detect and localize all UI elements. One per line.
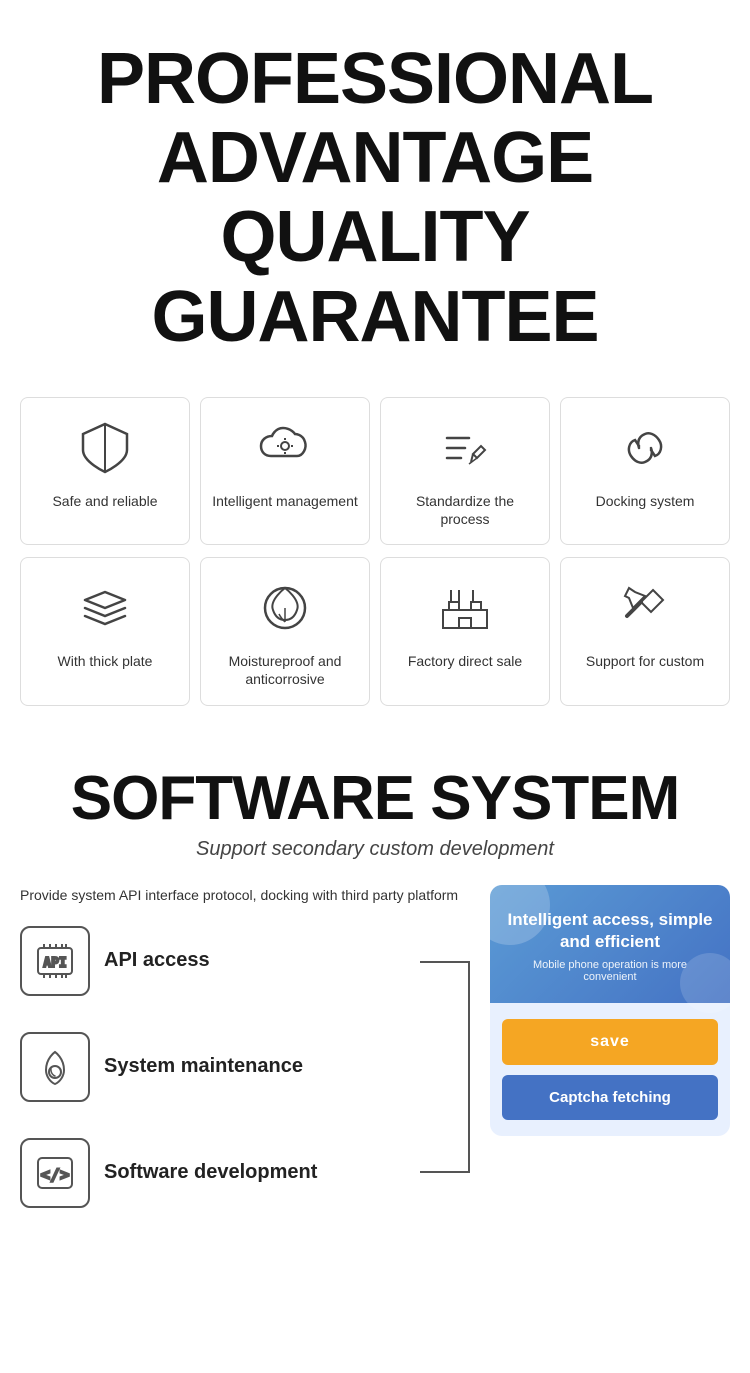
software-subtitle: Support secondary custom development [20, 838, 730, 861]
software-section: SOFTWARE SYSTEM Support secondary custom… [0, 738, 750, 1274]
save-button[interactable]: save [502, 1019, 718, 1065]
layers-icon [75, 578, 135, 638]
feature-support-custom: Support for custom [560, 557, 730, 705]
features-row-1: Safe and reliable Intelligent management [20, 397, 730, 545]
connector-line-1 [420, 961, 470, 963]
feature-intelligent-management: Intelligent management [200, 397, 370, 545]
software-items-wrapper: API API access [20, 926, 470, 1208]
phone-buttons: save Captcha fetching [490, 1003, 730, 1136]
feature-safe-reliable: Safe and reliable [20, 397, 190, 545]
svg-text:API: API [43, 956, 66, 971]
pencil-lines-icon [435, 418, 495, 478]
feature-label: Support for custom [586, 652, 704, 670]
captcha-button[interactable]: Captcha fetching [502, 1075, 718, 1120]
software-development-item: </> Software development [20, 1138, 400, 1208]
factory-icon [435, 578, 495, 638]
leaf-drop-icon [255, 578, 315, 638]
phone-sub-text: Mobile phone operation is more convenien… [506, 959, 714, 983]
tools-icon [615, 578, 675, 638]
api-access-label: API access [104, 949, 400, 972]
phone-header: Intelligent access, simple and efficient… [490, 885, 730, 1003]
system-maintenance-item: System maintenance [20, 1032, 400, 1102]
feature-label: Factory direct sale [408, 652, 522, 670]
feature-thick-plate: With thick plate [20, 557, 190, 705]
api-icon: API [20, 926, 90, 996]
software-development-label: Software development [104, 1161, 400, 1184]
feature-docking-system: Docking system [560, 397, 730, 545]
api-access-item: API API access [20, 926, 400, 996]
shield-icon [75, 418, 135, 478]
feature-label: Docking system [596, 492, 695, 510]
cloud-settings-icon [255, 418, 315, 478]
phone-main-text: Intelligent access, simple and efficient [506, 909, 714, 953]
feature-standardize-process: Standardize the process [380, 397, 550, 545]
connector-line-3 [420, 1171, 470, 1173]
code-icon: </> [20, 1138, 90, 1208]
feature-label: Standardize the process [391, 492, 539, 528]
phone-mockup: Intelligent access, simple and efficient… [490, 885, 730, 1136]
feature-label: Safe and reliable [52, 492, 157, 510]
software-content: Provide system API interface protocol, d… [20, 885, 730, 1244]
bracket-decoration [420, 961, 470, 1173]
software-left-panel: Provide system API interface protocol, d… [20, 885, 470, 1244]
maintenance-icon [20, 1032, 90, 1102]
software-right-panel: Intelligent access, simple and efficient… [490, 885, 730, 1136]
feature-label: With thick plate [58, 652, 153, 670]
features-section: Safe and reliable Intelligent management [0, 387, 750, 738]
feature-moistureproof: Moistureproof and anticorrosive [200, 557, 370, 705]
api-description: Provide system API interface protocol, d… [20, 885, 470, 906]
feature-factory-direct: Factory direct sale [380, 557, 550, 705]
features-row-2: With thick plate Moistureproof and antic… [20, 557, 730, 705]
feature-label: Moistureproof and anticorrosive [211, 652, 359, 688]
feature-label: Intelligent management [212, 492, 358, 510]
link-icon [615, 418, 675, 478]
main-title: PROFESSIONAL ADVANTAGE QUALITY GUARANTEE [20, 40, 730, 357]
svg-text:</>: </> [41, 1165, 70, 1184]
system-maintenance-label: System maintenance [104, 1055, 400, 1078]
header-section: PROFESSIONAL ADVANTAGE QUALITY GUARANTEE [0, 0, 750, 387]
software-title: SOFTWARE SYSTEM [20, 768, 730, 830]
